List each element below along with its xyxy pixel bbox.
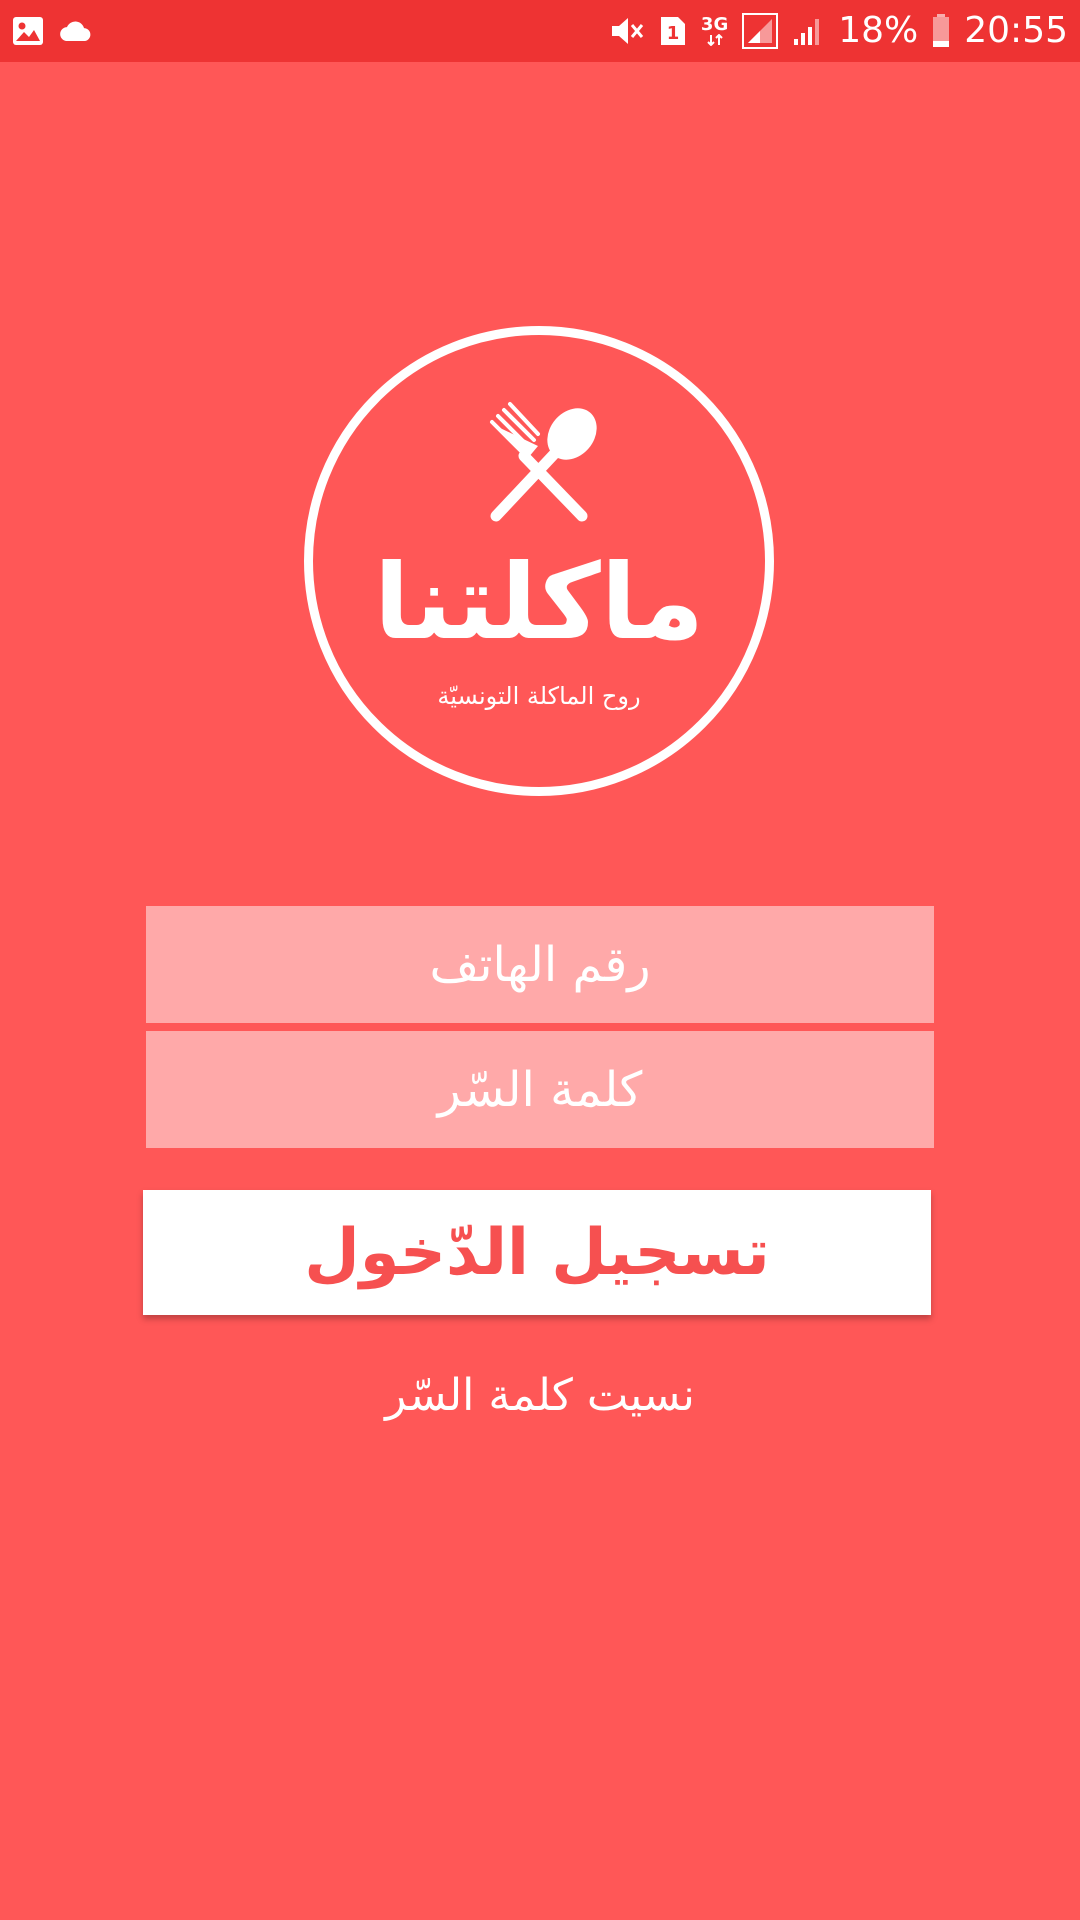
utensils-icon	[470, 400, 610, 530]
network-3g-icon: 3G	[701, 16, 728, 46]
status-left	[12, 16, 94, 46]
sim-icon: 1	[659, 15, 687, 47]
sim-slot-label: 1	[667, 23, 680, 44]
battery-icon	[932, 14, 950, 48]
login-button[interactable]: تسجيل الدّخول	[143, 1190, 931, 1315]
mute-icon	[609, 15, 645, 47]
password-field-container	[146, 1030, 934, 1149]
phone-input[interactable]	[146, 905, 934, 1024]
signal-icon	[792, 15, 824, 47]
app-tagline: روح الماكلة التونسيّة	[437, 682, 641, 710]
gallery-icon	[12, 16, 44, 46]
forgot-password-link[interactable]: نسيت كلمة السّر	[146, 1370, 934, 1423]
app-logo-title: ماكلتنا	[373, 541, 705, 663]
network-type-label: 3G	[700, 14, 729, 35]
battery-percent: 18%	[838, 10, 919, 51]
clock: 20:55	[964, 10, 1068, 51]
status-right: 1 3G 18% 20:55	[609, 13, 1068, 49]
password-input[interactable]	[146, 1030, 934, 1149]
status-bar: 1 3G 18% 20:55	[0, 0, 1080, 62]
signal-icon	[742, 13, 779, 49]
phone-field-container	[146, 905, 934, 1024]
cloud-icon	[58, 19, 94, 43]
